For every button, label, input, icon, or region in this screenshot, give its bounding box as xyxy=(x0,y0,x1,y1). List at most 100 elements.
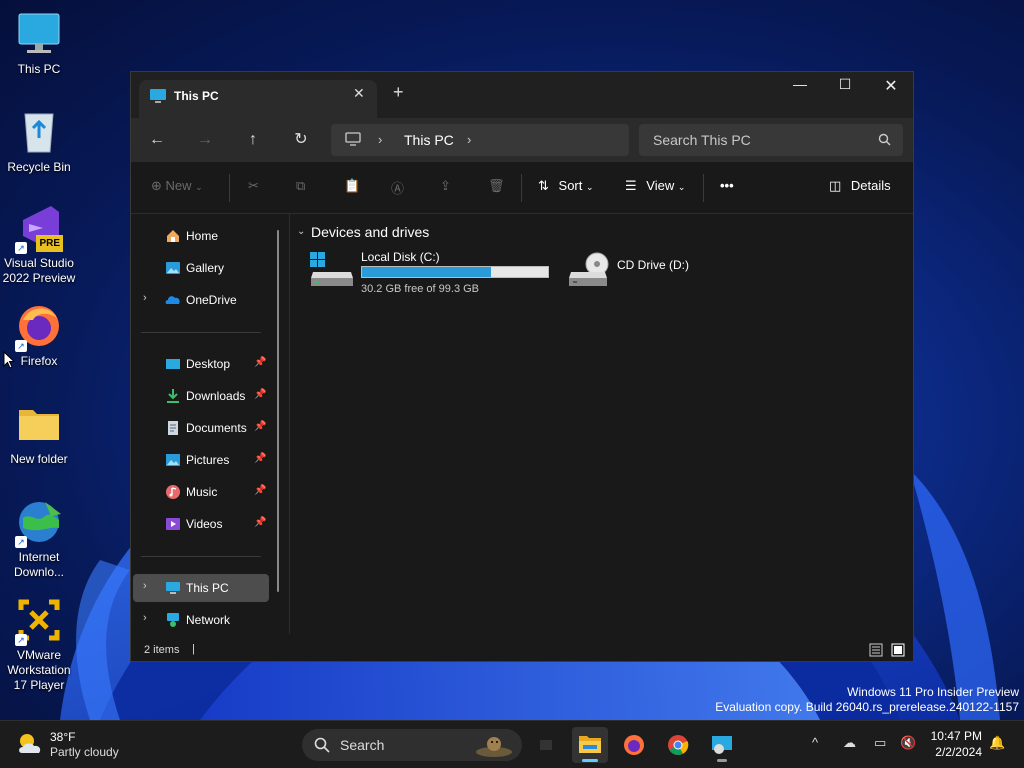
desktop-folder-icon xyxy=(165,356,181,372)
copy-button[interactable]: ⧉ xyxy=(296,178,305,194)
taskbar-search-box[interactable]: Search xyxy=(302,729,522,761)
chevron-down-icon[interactable]: ⌄ xyxy=(297,226,305,237)
taskbar-task-view[interactable] xyxy=(528,727,564,763)
large-icons-view-icon[interactable] xyxy=(891,643,905,657)
sidebar-item-onedrive[interactable]: › OneDrive xyxy=(133,286,269,314)
details-view-icon[interactable] xyxy=(869,643,883,657)
sidebar-item-documents[interactable]: Documents 📌 xyxy=(133,414,269,442)
clock-time: 10:47 PM xyxy=(930,729,982,743)
desktop-icon-label: Internet Downlo... xyxy=(13,550,65,579)
sidebar-item-desktop[interactable]: Desktop 📌 xyxy=(133,350,269,378)
sidebar-item-network[interactable]: › Network xyxy=(133,606,269,634)
taskbar-firefox[interactable] xyxy=(616,727,652,763)
sidebar-item-music[interactable]: Music 📌 xyxy=(133,478,269,506)
close-window-button[interactable]: ✕ xyxy=(876,76,906,96)
drive-name: CD Drive (D:) xyxy=(617,258,689,272)
chrome-icon xyxy=(666,733,690,760)
desktop-icon-internet-download[interactable]: ↗ Internet Downlo... xyxy=(1,498,77,580)
sidebar-item-this-pc[interactable]: › This PC xyxy=(133,574,269,602)
pin-icon[interactable]: 📌 xyxy=(254,485,266,496)
desktop-icon-visual-studio[interactable]: PRE ↗ Visual Studio 2022 Preview xyxy=(1,204,77,286)
minimize-button[interactable]: — xyxy=(785,76,815,92)
sidebar-scrollbar[interactable] xyxy=(277,230,279,592)
drive-local-disk-c[interactable]: Local Disk (C:) 30.2 GB free of 99.3 GB xyxy=(309,250,549,298)
pin-icon[interactable]: 📌 xyxy=(254,517,266,528)
onedrive-tray-icon[interactable]: ☁ xyxy=(843,735,856,751)
view-button[interactable]: ☰ View ⌄ xyxy=(625,178,685,194)
group-header[interactable]: Devices and drives xyxy=(311,224,429,240)
address-bar[interactable]: › This PC › xyxy=(331,124,629,156)
content-pane: ⌄ Devices and drives Local Disk (C:) 30.… xyxy=(289,214,915,634)
back-button[interactable]: ← xyxy=(145,128,169,152)
chevron-right-icon[interactable]: › xyxy=(143,612,147,624)
pin-icon[interactable]: 📌 xyxy=(254,357,266,368)
weather-condition: Partly cloudy xyxy=(50,745,119,759)
clock[interactable]: 10:47 PM 2/2/2024 xyxy=(922,728,982,760)
active-indicator xyxy=(582,759,598,762)
chevron-right-icon[interactable]: › xyxy=(143,292,147,304)
chevron-right-icon[interactable]: › xyxy=(467,132,471,147)
new-tab-button[interactable]: + xyxy=(393,82,404,103)
search-placeholder: Search This PC xyxy=(653,132,751,148)
desktop-icon-label: Recycle Bin xyxy=(7,160,71,174)
drive-usage-bar xyxy=(361,266,549,278)
share-button[interactable]: ⇪ xyxy=(440,178,451,194)
more-options-button[interactable]: ••• xyxy=(720,178,734,193)
new-button[interactable]: ⊕ New ⌄ xyxy=(151,178,203,194)
divider xyxy=(703,174,704,202)
breadcrumb-this-pc[interactable]: This PC xyxy=(404,132,454,148)
chevron-right-icon[interactable]: › xyxy=(378,132,382,147)
details-pane-icon: ◫ xyxy=(829,178,842,193)
taskbar-remote-desktop[interactable] xyxy=(704,727,740,763)
drive-cd-d[interactable]: CD Drive (D:) xyxy=(565,250,745,298)
onedrive-icon xyxy=(165,292,181,308)
clock-date: 2/2/2024 xyxy=(935,745,982,759)
paste-button[interactable]: 📋 xyxy=(344,178,360,194)
close-tab-icon[interactable]: ✕ xyxy=(353,85,365,102)
evaluation-watermark: Windows 11 Pro Insider Preview Evaluatio… xyxy=(715,685,1019,715)
network-tray-icon[interactable]: ▭ xyxy=(874,735,886,751)
details-button[interactable]: ◫ Details xyxy=(829,178,891,194)
cut-button[interactable]: ✂ xyxy=(248,178,259,194)
title-bar: This PC ✕ + — ☐ ✕ xyxy=(131,72,913,118)
desktop-icon-this-pc[interactable]: This PC xyxy=(1,10,77,77)
sidebar-item-pictures[interactable]: Pictures 📌 xyxy=(133,446,269,474)
up-button[interactable]: ↑ xyxy=(241,128,265,152)
sidebar-item-downloads[interactable]: Downloads 📌 xyxy=(133,382,269,410)
volume-muted-icon[interactable]: 🔇 xyxy=(900,735,916,751)
divider xyxy=(521,174,522,202)
chevron-right-icon[interactable]: › xyxy=(143,580,147,592)
music-icon xyxy=(165,484,181,500)
shortcut-arrow-icon: ↗ xyxy=(15,634,27,646)
notification-bell-icon[interactable]: 🔔 xyxy=(989,735,1005,751)
taskbar-file-explorer[interactable] xyxy=(572,727,608,763)
pin-icon[interactable]: 📌 xyxy=(254,389,266,400)
firefox-icon xyxy=(622,733,646,760)
item-count: 2 items xyxy=(144,644,180,656)
sidebar-item-home[interactable]: Home xyxy=(133,222,269,250)
drive-usage-fill xyxy=(362,267,492,277)
show-hidden-icons-button[interactable]: ^ xyxy=(812,735,818,750)
search-input[interactable]: Search This PC xyxy=(639,124,903,156)
rename-button[interactable]: Ⓐ xyxy=(391,178,404,197)
maximize-button[interactable]: ☐ xyxy=(830,76,860,93)
taskbar-chrome[interactable] xyxy=(660,727,696,763)
delete-button[interactable]: 🗑 xyxy=(488,178,505,194)
forward-button[interactable]: → xyxy=(193,128,217,152)
divider xyxy=(229,174,230,202)
desktop-icon-vmware[interactable]: ↗ VMware Workstation 17 Player xyxy=(1,596,77,693)
sidebar-item-videos[interactable]: Videos 📌 xyxy=(133,510,269,538)
desktop-icon-new-folder[interactable]: New folder xyxy=(1,400,77,467)
sort-button[interactable]: ⇅ Sort ⌄ xyxy=(538,178,594,194)
sort-icon: ⇅ xyxy=(538,178,549,193)
desktop-icon-label: VMware Workstation 17 Player xyxy=(7,648,71,692)
pin-icon[interactable]: 📌 xyxy=(254,453,266,464)
sidebar-item-gallery[interactable]: Gallery xyxy=(133,254,269,282)
pin-icon[interactable]: 📌 xyxy=(254,421,266,432)
chevron-down-icon: ⌄ xyxy=(195,182,203,192)
desktop-icon-recycle-bin[interactable]: Recycle Bin xyxy=(1,108,77,175)
chevron-down-icon: ⌄ xyxy=(677,182,686,192)
pre-badge: PRE xyxy=(36,235,63,252)
tab-this-pc[interactable]: This PC ✕ xyxy=(139,80,377,118)
refresh-button[interactable]: ↻ xyxy=(289,128,313,152)
